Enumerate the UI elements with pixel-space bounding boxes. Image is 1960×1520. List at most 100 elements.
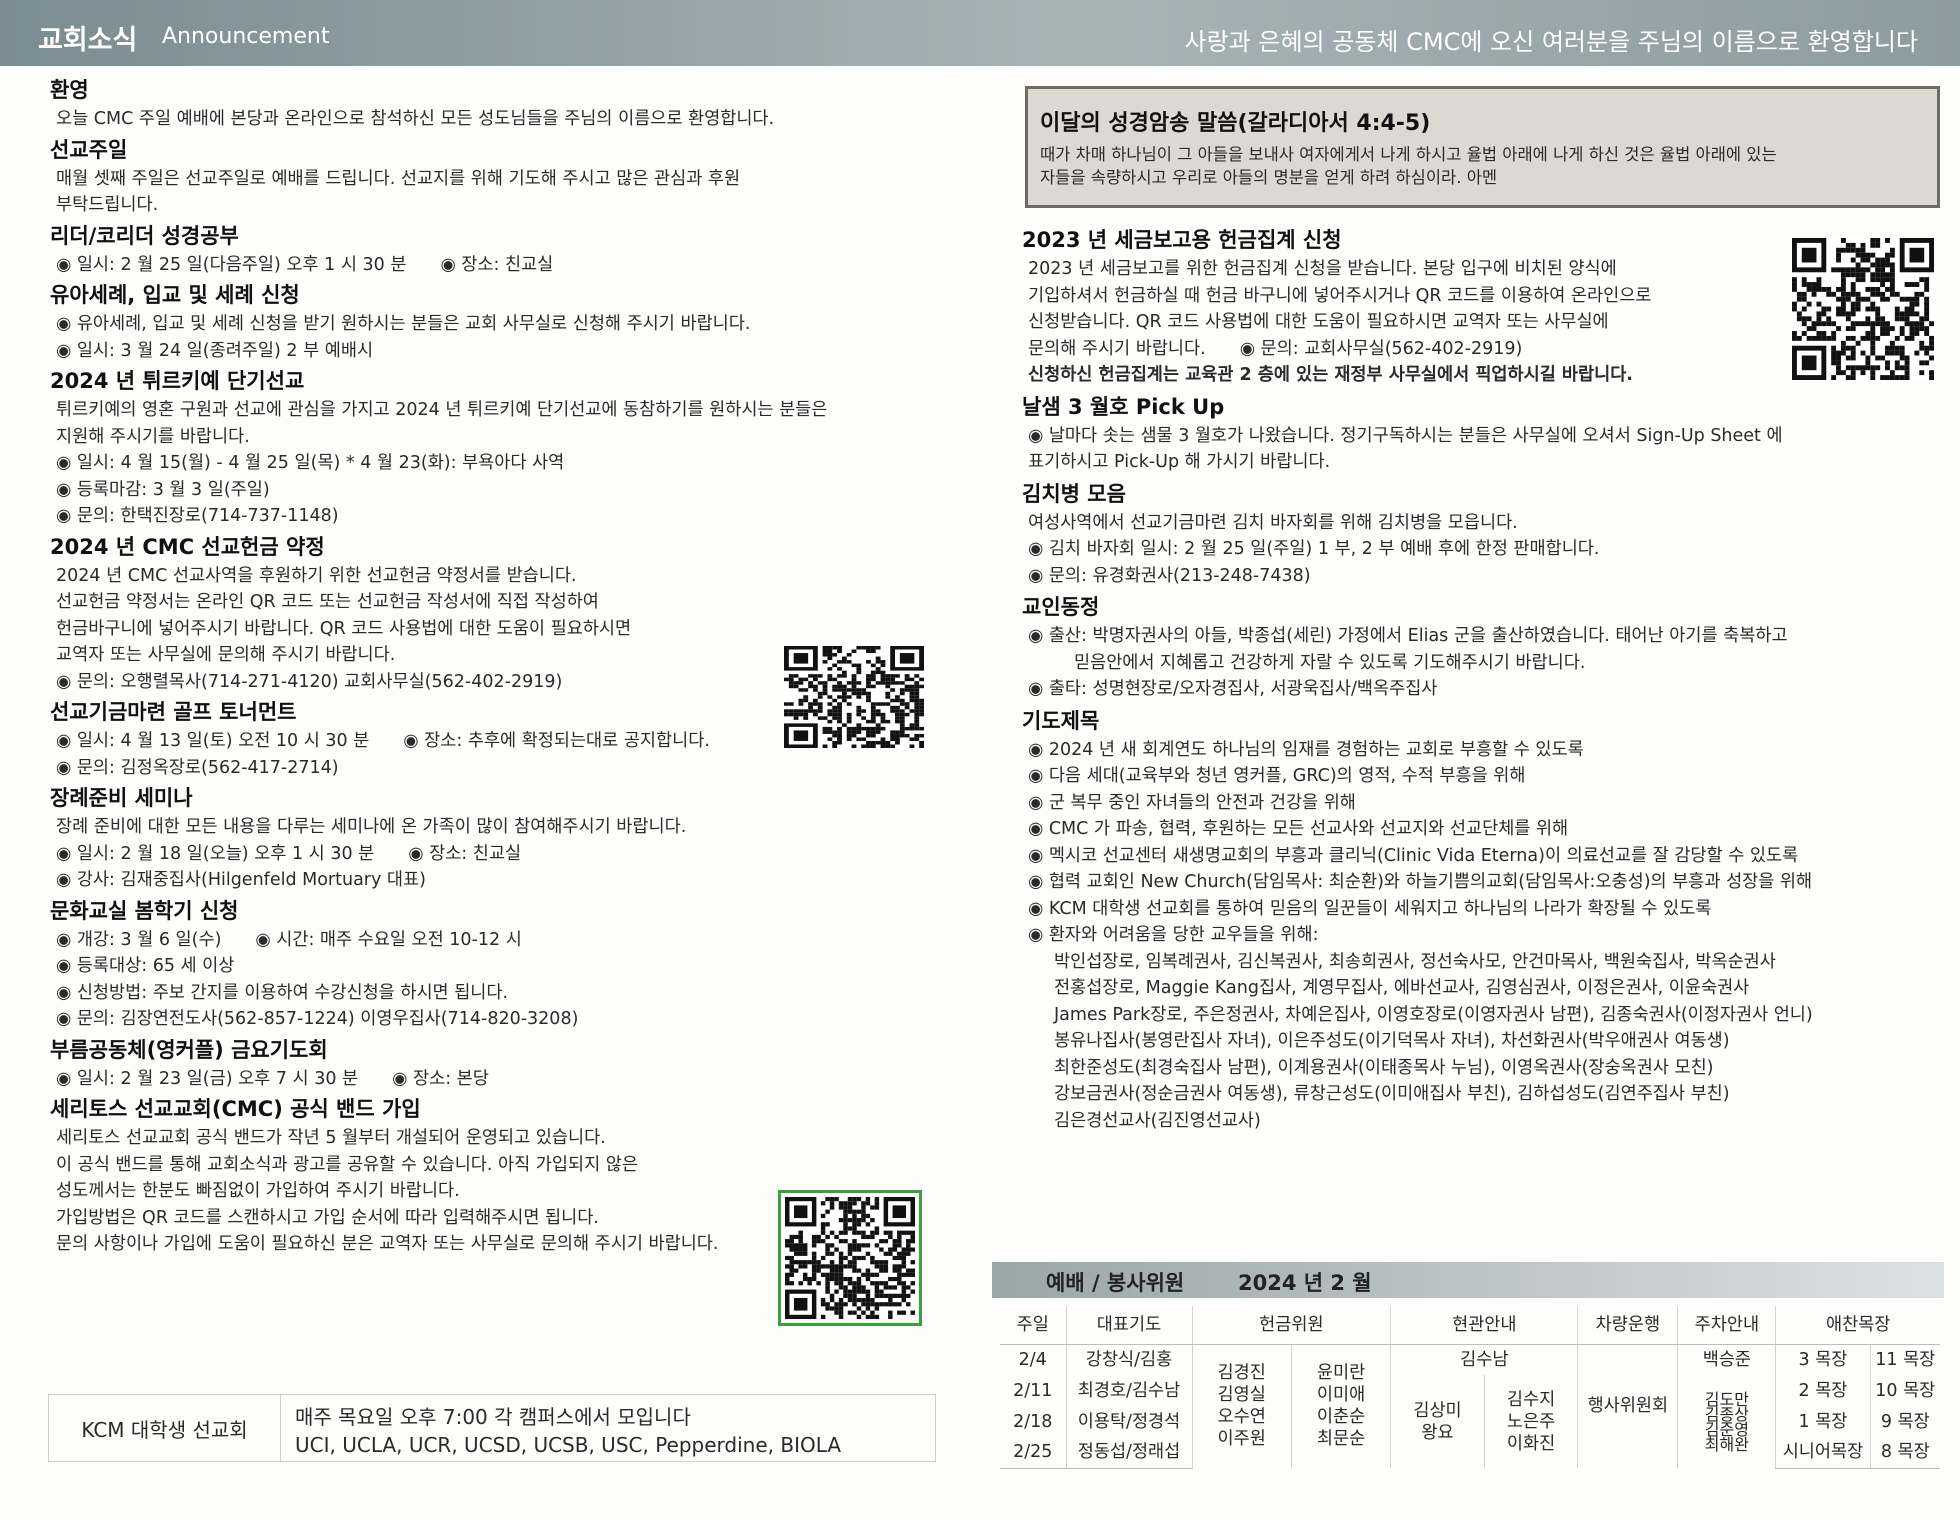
- text-line: ◉ 환자와 어려움을 당한 교우들을 위해:: [1022, 922, 1942, 949]
- line-text: ◉ 장소: 본당: [392, 1068, 489, 1089]
- text-line: ◉ 2024 년 새 회계연도 하나님의 임재를 경험하는 교회로 부흥할 수 …: [1022, 737, 1942, 764]
- text-line: ◉ 문의: 한택진장로(714-737-1148): [50, 503, 950, 530]
- line-text: ◉ 일시: 2 월 25 일(다음주일) 오후 1 시 30 분: [56, 254, 407, 275]
- line-text: 성도께서는 한분도 빠짐없이 가입하여 주시기 바랍니다.: [56, 1181, 460, 1201]
- name-text: 김수지: [1506, 1389, 1556, 1410]
- text-line: 지원해 주시기를 바랍니다.: [50, 424, 950, 451]
- section: 환영오늘 CMC 주일 예배에 본당과 온라인으로 참석하신 모든 성도님들을 …: [50, 76, 950, 133]
- header-bar: 교회소식 Announcement 사랑과 은혜의 공동체 CMC에 오신 여러…: [0, 0, 1960, 66]
- line-text: ◉ 협력 교회인 New Church(담임목사: 최순환)와 하늘기쁨의교회(…: [1028, 872, 1813, 892]
- line-text: ◉ 개강: 3 월 6 일(수): [56, 929, 222, 950]
- memory-verse-line: 자들을 속량하시고 우리로 아들의 명분을 얻게 하려 하심이라. 아멘: [1040, 168, 1498, 187]
- line-text: ◉ 문의: 김정옥장로(562-417-2714): [56, 757, 339, 778]
- text-line: ◉ 일시: 2 월 18 일(오늘) 오후 1 시 30 분 ◉ 장소: 친교실: [50, 841, 950, 868]
- line-text: ◉ 시간: 매주 수요일 오전 10-12 시: [255, 929, 522, 950]
- line-text: 세리토스 선교교회 공식 밴드가 작년 5 월부터 개설되어 운영되고 있습니다…: [56, 1128, 606, 1148]
- date-cell: 2/18: [1013, 1411, 1053, 1432]
- page-subtitle: Announcement: [162, 24, 330, 49]
- section: 날샘 3 월호 Pick Up ◉ 날마다 솟는 샘물 3 월호가 나왔습니다. …: [1022, 393, 1942, 476]
- line-text: 매월 셋째 주일은 선교주일로 예배를 드립니다. 선교지를 위해 기도해 주시…: [56, 168, 741, 189]
- vehicle-cell: 행사위원회: [1577, 1344, 1678, 1468]
- section-title: 날샘 3 월호 Pick Up: [1022, 394, 1225, 419]
- text-line: ◉ 출타: 성명현장로/오자경집사, 서광욱집사/백옥주집사: [1022, 676, 1942, 703]
- meal-cell: 10 목장: [1869, 1375, 1940, 1406]
- date-cell: 2/4: [1018, 1349, 1047, 1370]
- section-title: 2024 년 CMC 선교헌금 약정: [50, 534, 325, 559]
- section-title: 부름공동체(영커플) 금요기도회: [50, 1037, 328, 1062]
- name-text: 김영실: [1217, 1385, 1266, 1406]
- text-line: ◉ 문의: 김장연전도사(562-857-1224) 이영우집사(714-820…: [50, 1006, 950, 1033]
- page-title: 교회소식: [38, 25, 138, 56]
- line-text: 장례 준비에 대한 모든 내용을 다루는 세미나에 온 가족이 많이 참여해주시…: [56, 817, 687, 837]
- line-text: ◉ 문의: 오행렬목사(714-271-4120) 교회사무실(562-402-…: [56, 671, 563, 692]
- section-title: 환영: [50, 78, 89, 102]
- header-cell: 헌금위원: [1191, 1306, 1391, 1345]
- name-text: 이미애: [1316, 1385, 1366, 1406]
- section: 선교주일 매월 셋째 주일은 선교주일로 예배를 드립니다. 선교지를 위해 기도…: [50, 136, 950, 219]
- text-line: 선교헌금 약정서는 온라인 QR 코드 또는 선교헌금 작성서에 직접 작성하여: [50, 589, 950, 616]
- qr-code-tax[interactable]: [1792, 238, 1934, 380]
- text-line: 이 공식 밴드를 통해 교회소식과 광고를 공유할 수 있습니다. 아직 가입되…: [50, 1152, 950, 1179]
- section: 장례준비 세미나 장례 준비에 대한 모든 내용을 다루는 세미나에 온 가족이 …: [50, 784, 950, 894]
- text-line: ◉ 문의: 유경화권사(213-248-7438): [1022, 563, 1942, 590]
- line-text: ◉ 일시: 2 월 23 일(금) 오후 7 시 30 분: [56, 1068, 359, 1089]
- line-text: ◉ 장소: 추후에 확정되는대로 공지합니다.: [403, 731, 710, 751]
- table-row: 2/4 강창식/김홍 김경진 김영실 오수연 이주원 윤미란 이미애 이춘순 최문순 김수남…: [1000, 1344, 1940, 1468]
- section-title: 리더/코리더 성경공부: [50, 223, 239, 248]
- usher-cell: 김상미 왕요: [1390, 1375, 1485, 1468]
- line-text: ◉ 유아세례, 입교 및 세례 신청을 받기 원하시는 분들은 교회 사무실로 …: [56, 314, 751, 334]
- service-table: 주일 대표기도 헌금위원 현관안내 차량운행 주차안내 애찬목장 2/4 강창식…: [1000, 1306, 1940, 1469]
- text-line: ◉ 개강: 3 월 6 일(수) ◉ 시간: 매주 수요일 오전 10-12 시: [50, 927, 950, 954]
- line-text: 표기하시고 Pick-Up 해 가시기 바랍니다.: [1028, 452, 1331, 472]
- line-text: ◉ 일시: 4 월 13 일(토) 오전 10 시 30 분: [56, 731, 370, 751]
- line-text: ◉ 문의: 유경화권사(213-248-7438): [1028, 565, 1311, 586]
- line-text: 교역자 또는 사무실에 문의해 주시기 바랍니다.: [56, 645, 396, 665]
- meal-cell: 1 목장: [1775, 1406, 1871, 1437]
- line-text: 오늘 CMC 주일 예배에 본당과 온라인으로 참석하신 모든 성도님들을 주님…: [56, 109, 775, 129]
- offering-cell: 윤미란 이미애 이춘순 최문순: [1290, 1344, 1391, 1468]
- name-text: 김경진: [1217, 1363, 1266, 1384]
- meal-cell: 3 목장: [1775, 1344, 1871, 1375]
- line-text: 튀르키예의 영혼 구원과 선교에 관심을 가지고 2024 년 튀르키예 단기선…: [56, 400, 828, 420]
- name-text: 왕요: [1421, 1422, 1454, 1443]
- meal-cell: 2 목장: [1775, 1375, 1871, 1406]
- prayer-cell: 정동섭/정래섭: [1065, 1437, 1192, 1469]
- name-text: 노은주: [1506, 1411, 1556, 1432]
- section: 부름공동체(영커플) 금요기도회 ◉ 일시: 2 월 23 일(금) 오후 7 시…: [50, 1036, 950, 1093]
- line-text: ◉ 김치 바자회 일시: 2 월 25 일(주일) 1 부, 2 부 예배 후에…: [1028, 539, 1600, 559]
- text-line: ◉ 군 복무 중인 자녀들의 안전과 건강을 위해: [1022, 790, 1942, 817]
- qr-pattern-icon: [1792, 238, 1934, 380]
- line-text: 김은경선교사(김진영선교사): [1054, 1110, 1261, 1131]
- line-text: ◉ 문의: 김장연전도사(562-857-1224) 이영우집사(714-820…: [56, 1009, 579, 1029]
- line-text: 믿음안에서 지혜롭고 건강하게 자랄 수 있도록 기도해주시기 바랍니다.: [1074, 652, 1586, 673]
- text-line: ◉ 등록대상: 65 세 이상: [50, 953, 950, 980]
- line-text: ◉ 문의: 교회사무실(562-402-2919): [1239, 338, 1523, 359]
- date-cell: 2/25: [1000, 1437, 1066, 1469]
- header-cell: 주일: [1000, 1306, 1066, 1345]
- text-line: 김은경선교사(김진영선교사): [1022, 1108, 1942, 1135]
- section: 리더/코리더 성경공부 ◉ 일시: 2 월 25 일(다음주일) 오후 1 시 3…: [50, 222, 950, 279]
- section-title: 김치병 모음: [1022, 481, 1126, 506]
- name-text: 이춘순: [1316, 1407, 1366, 1428]
- line-text: ◉ 다음 세대(교육부와 청년 영커플, GRC)의 영적, 수적 부흥을 위해: [1028, 766, 1526, 786]
- text-line: 전홍섭장로, Maggie Kang집사, 계영무집사, 에바선교사, 김영심권…: [1022, 975, 1942, 1002]
- section-title: 유아세례, 입교 및 세례 신청: [50, 283, 300, 307]
- text-line: 박인섭장로, 임복례권사, 김신복권사, 최송희권사, 정선숙사모, 안건마목사…: [1022, 949, 1942, 976]
- text-line: 매월 셋째 주일은 선교주일로 예배를 드립니다. 선교지를 위해 기도해 주시…: [50, 166, 950, 193]
- header-cell: 주차안내: [1677, 1306, 1776, 1345]
- service-header-bar: 예배 / 봉사위원 2024 년 2 월: [992, 1262, 1944, 1298]
- meal-cell: 시니어목장: [1775, 1437, 1871, 1469]
- section: 김치병 모음 여성사역에서 선교기금마련 김치 바자회를 위해 김치병을 모읍니다…: [1022, 480, 1942, 590]
- text-line: ◉ 김치 바자회 일시: 2 월 25 일(주일) 1 부, 2 부 예배 후에…: [1022, 536, 1942, 563]
- line-text: 부탁드립니다.: [56, 195, 159, 215]
- qr-code-mission-pledge[interactable]: [784, 646, 924, 748]
- line-text: ◉ 일시: 3 월 24 일(종려주일) 2 부 예배시: [56, 340, 374, 361]
- text-line: 오늘 CMC 주일 예배에 본당과 온라인으로 참석하신 모든 성도님들을 주님…: [50, 106, 950, 133]
- qr-code-band[interactable]: [778, 1190, 922, 1326]
- kcm-name: KCM 대학생 선교회: [49, 1395, 281, 1461]
- line-text: 신청하신 헌금집계는 교육관 2 층에 있는 재정부 사무실에서 픽업하시길 바…: [1028, 365, 1633, 385]
- text-line: ◉ 멕시코 선교센터 새생명교회의 부흥과 클리닉(Clinic Vida Et…: [1022, 843, 1942, 870]
- parking-cell: 백승준: [1677, 1344, 1776, 1375]
- line-text: ◉ 군 복무 중인 자녀들의 안전과 건강을 위해: [1028, 792, 1356, 813]
- header-cell: 애찬목장: [1775, 1306, 1940, 1345]
